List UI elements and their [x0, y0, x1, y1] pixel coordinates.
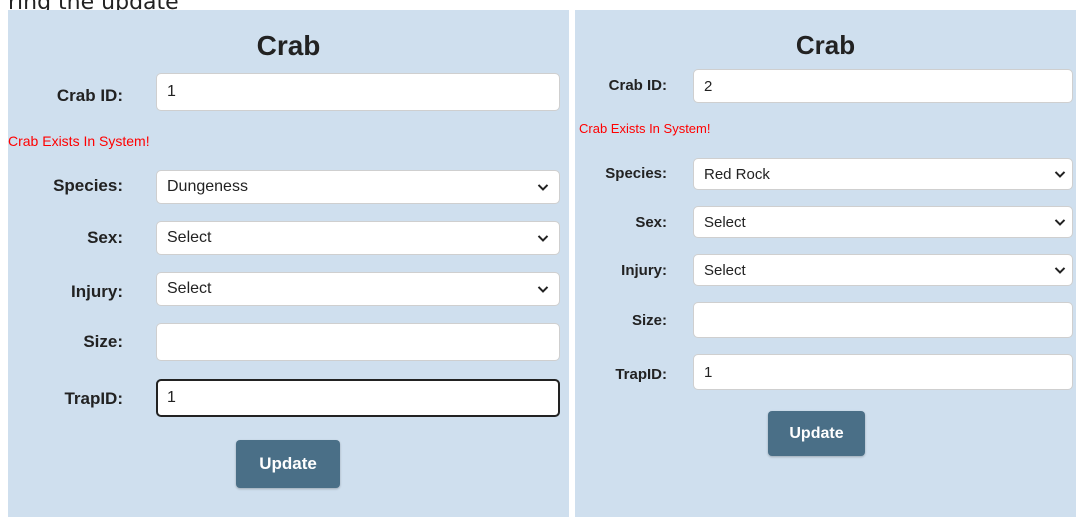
chevron-down-icon: [1054, 267, 1066, 274]
chevron-down-icon: [1054, 219, 1066, 226]
injury-value: Select: [167, 280, 212, 297]
crab-id-value: 2: [704, 77, 713, 95]
sex-select[interactable]: Select: [693, 206, 1073, 238]
crab-id-label: Crab ID:: [608, 77, 667, 94]
injury-label: Injury:: [71, 282, 123, 301]
trap-id-input[interactable]: 1: [693, 354, 1073, 390]
sex-value: Select: [704, 213, 746, 231]
sex-select[interactable]: Select: [156, 221, 560, 255]
crab-exists-notice: Crab Exists In System!: [579, 121, 711, 136]
crab-id-input[interactable]: 2: [693, 69, 1073, 103]
trap-id-label: TrapID:: [64, 389, 123, 408]
injury-select[interactable]: Select: [156, 272, 560, 306]
form-title: Crab: [256, 30, 321, 61]
crab-id-input[interactable]: 1: [156, 73, 560, 111]
chevron-down-icon: [537, 235, 549, 242]
injury-value: Select: [704, 261, 746, 279]
size-label: Size:: [631, 312, 667, 329]
injury-label: Injury:: [621, 262, 667, 279]
sex-value: Select: [167, 229, 212, 246]
trap-id-value: 1: [704, 363, 713, 381]
species-label: Species:: [53, 176, 123, 195]
crab-exists-notice: Crab Exists In System!: [8, 133, 150, 149]
update-button[interactable]: Update: [768, 411, 865, 456]
trap-id-value: 1: [167, 389, 176, 406]
crab-form-panel-1: Crab Crab ID: 1 Crab Exists In System! S…: [8, 10, 569, 517]
species-value: Dungeness: [167, 178, 248, 195]
size-input[interactable]: [693, 302, 1073, 338]
species-select[interactable]: Red Rock: [693, 158, 1073, 190]
size-input[interactable]: [156, 323, 560, 361]
sex-label: Sex:: [635, 214, 667, 231]
chevron-down-icon: [537, 286, 549, 293]
species-select[interactable]: Dungeness: [156, 170, 560, 204]
species-value: Red Rock: [704, 165, 770, 183]
update-button[interactable]: Update: [236, 440, 340, 488]
species-label: Species:: [605, 165, 667, 182]
crab-form-panel-2: Crab Crab ID: 2 Crab Exists In System! S…: [575, 10, 1076, 517]
trap-id-input[interactable]: 1: [156, 379, 560, 417]
injury-select[interactable]: Select: [693, 254, 1073, 286]
chevron-down-icon: [1054, 171, 1066, 178]
crab-id-label: Crab ID:: [56, 86, 123, 105]
form-title: Crab: [795, 30, 856, 60]
chevron-down-icon: [537, 184, 549, 191]
cropped-caption: ring the update: [8, 0, 179, 15]
sex-label: Sex:: [87, 228, 123, 247]
trap-id-label: TrapID:: [615, 366, 667, 383]
crab-id-value: 1: [167, 83, 176, 100]
size-label: Size:: [83, 332, 123, 351]
